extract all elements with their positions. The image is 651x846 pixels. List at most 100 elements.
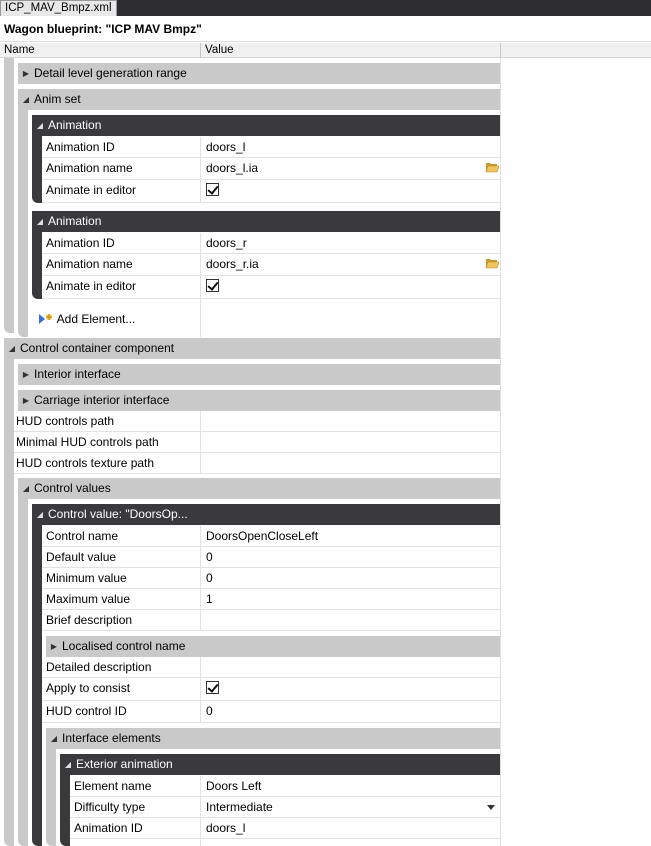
row-minimum-value: Minimum value 0 (42, 568, 501, 589)
row-animation-id-1: Animation ID doors_l (42, 137, 501, 158)
value-detailed-description[interactable] (200, 657, 501, 678)
label-default-value: Default value (46, 550, 117, 564)
grid-header: Name Value (0, 43, 651, 58)
row-animation-id-2: Animation ID doors_r (42, 233, 501, 254)
collapse-arrow-icon[interactable]: ◢ (32, 504, 48, 525)
column-header-value[interactable]: Value (201, 43, 501, 58)
apply-to-consist-checkbox[interactable] (206, 681, 219, 694)
collapse-arrow-icon[interactable]: ◢ (4, 338, 20, 359)
rail-control-values (18, 478, 28, 846)
row-apply-to-consist: Apply to consist (42, 678, 501, 701)
label-detailed-description: Detailed description (46, 660, 152, 674)
group-animation-1[interactable]: ◢ Animation (32, 115, 501, 136)
label-animation-id: Animation ID (46, 140, 115, 154)
label-animation-name: Animation name (46, 257, 133, 271)
value-hud-control-id[interactable]: 0 (200, 701, 501, 723)
rail-anim-root (4, 58, 14, 333)
row-hud-controls-path: HUD controls path (14, 411, 501, 432)
row-default-value: Default value 0 (42, 547, 501, 568)
row-hud-controls-texture-path: HUD controls texture path (14, 453, 501, 474)
expand-arrow-icon[interactable]: ▶ (18, 364, 34, 385)
collapse-arrow-icon[interactable]: ◢ (18, 89, 34, 110)
value-control-name[interactable]: DoorsOpenCloseLeft (200, 526, 501, 547)
group-carriage-interior-interface[interactable]: ▶ Carriage interior interface (18, 390, 501, 411)
label-minimum-value: Minimum value (46, 571, 127, 585)
property-grid: ▶ Detail level generation range ◢ Anim set… (0, 58, 651, 846)
value-default-value[interactable]: 0 (200, 547, 501, 568)
label-animate-in-editor: Animate in editor (46, 279, 137, 293)
group-control-values[interactable]: ◢ Control values (18, 478, 501, 499)
label-apply-to-consist: Apply to consist (46, 681, 131, 695)
group-animation-2[interactable]: ◢ Animation (32, 211, 501, 232)
value-animation-id[interactable]: doors_l (200, 818, 501, 839)
label-element-name: Element name (74, 779, 152, 793)
value-maximum-value[interactable]: 1 (200, 589, 501, 610)
label-control-name: Control name (46, 529, 119, 543)
row-element-name: Element name Doors Left (70, 776, 501, 797)
row-difficulty-type: Difficulty type Intermediate (70, 797, 501, 818)
grid-right-edge (500, 58, 501, 846)
blueprint-title: Wagon blueprint: "ICP MAV Bmpz" (0, 16, 651, 42)
value-element-name[interactable]: Doors Left (200, 776, 501, 797)
row-next-partial (70, 839, 501, 846)
value-hud-controls-texture-path[interactable] (200, 453, 501, 474)
animate-in-editor-checkbox[interactable] (206, 279, 219, 292)
document-tab[interactable]: ICP_MAV_Bmpz.xml (0, 0, 117, 16)
value-hud-controls-path[interactable] (200, 411, 501, 432)
label-animate-in-editor: Animate in editor (46, 183, 137, 197)
expand-arrow-icon[interactable]: ▶ (18, 390, 34, 411)
value-brief-description[interactable] (200, 610, 501, 631)
group-control-container[interactable]: ◢ Control container component (4, 338, 501, 359)
label-min-hud-controls-path: Minimal HUD controls path (16, 435, 159, 449)
rail-anim-set (18, 89, 28, 337)
group-localised-control-name[interactable]: ▶ Localised control name (46, 636, 501, 657)
value-animation-name[interactable]: doors_l.ia (200, 158, 501, 180)
collapse-arrow-icon[interactable]: ◢ (32, 115, 48, 136)
value-animation-id[interactable]: doors_l (200, 137, 501, 158)
label-hud-control-id: HUD control ID (46, 704, 127, 718)
animate-in-editor-checkbox[interactable] (206, 183, 219, 196)
label-hud-controls-path: HUD controls path (16, 414, 115, 428)
label-brief-description: Brief description (46, 613, 133, 627)
rail-control-value (32, 504, 42, 846)
expand-arrow-icon[interactable]: ▶ (46, 636, 62, 657)
add-element-button[interactable]: Add Element... (38, 309, 135, 329)
row-control-name: Control name DoorsOpenCloseLeft (42, 526, 501, 547)
row-exterior-animation-id: Animation ID doors_l (70, 818, 501, 839)
label-maximum-value: Maximum value (46, 592, 131, 606)
value-animation-id[interactable]: doors_r (200, 233, 501, 254)
row-maximum-value: Maximum value 1 (42, 589, 501, 610)
row-animate-in-editor-2: Animate in editor (42, 276, 501, 299)
chevron-down-icon[interactable] (487, 805, 495, 810)
label-animation-name: Animation name (46, 161, 133, 175)
value-animation-name[interactable]: doors_r.ia (200, 254, 501, 276)
column-header-name[interactable]: Name (0, 43, 201, 58)
row-detailed-description: Detailed description (42, 657, 501, 678)
add-element-icon (39, 314, 52, 324)
group-exterior-animation[interactable]: ◢ Exterior animation (60, 754, 501, 775)
label-hud-controls-texture-path: HUD controls texture path (16, 456, 155, 470)
document-tab-strip: ICP_MAV_Bmpz.xml (0, 0, 651, 16)
collapse-arrow-icon[interactable]: ◢ (18, 478, 34, 499)
collapse-arrow-icon[interactable]: ◢ (32, 211, 48, 232)
expand-arrow-icon[interactable]: ▶ (18, 63, 34, 84)
row-hud-control-id: HUD control ID 0 (42, 701, 501, 723)
value-minimum-value[interactable]: 0 (200, 568, 501, 589)
row-brief-description: Brief description (42, 610, 501, 631)
folder-open-icon[interactable] (485, 257, 499, 269)
group-detail-level[interactable]: ▶ Detail level generation range (18, 63, 501, 84)
row-animate-in-editor-1: Animate in editor (42, 180, 501, 203)
group-anim-set[interactable]: ◢ Anim set (18, 89, 501, 110)
row-animation-name-1: Animation name doors_l.ia (42, 158, 501, 180)
label-animation-id: Animation ID (74, 821, 143, 835)
group-interface-elements[interactable]: ◢ Interface elements (46, 728, 501, 749)
collapse-arrow-icon[interactable]: ◢ (46, 728, 62, 749)
group-control-value[interactable]: ◢ Control value: "DoorsOp... (32, 504, 501, 525)
rail-control-container (4, 338, 14, 846)
label-difficulty-type: Difficulty type (74, 800, 146, 814)
collapse-arrow-icon[interactable]: ◢ (60, 754, 76, 775)
value-min-hud-controls-path[interactable] (200, 432, 501, 453)
difficulty-type-select[interactable]: Intermediate (200, 797, 501, 818)
group-interior-interface[interactable]: ▶ Interior interface (18, 364, 501, 385)
folder-open-icon[interactable] (485, 161, 499, 173)
